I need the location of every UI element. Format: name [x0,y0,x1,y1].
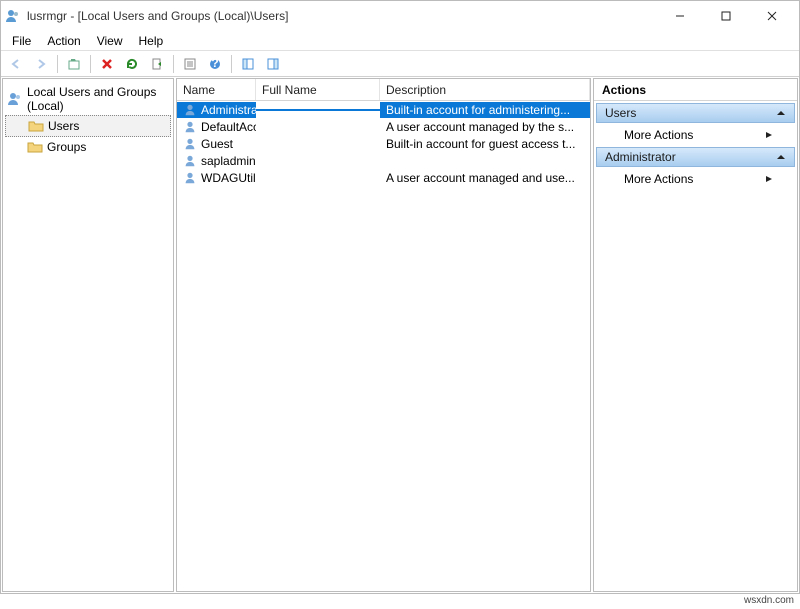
user-row[interactable]: sapladmin [177,152,590,169]
cell-name: sapladmin [177,153,256,169]
tree-node-groups[interactable]: Groups [5,137,171,157]
users-group-icon [7,91,23,107]
tree-root-node[interactable]: Local Users and Groups (Local) [5,83,171,115]
column-name[interactable]: Name [177,79,256,100]
chevron-right-icon [765,131,773,139]
tree-node-users[interactable]: Users [5,115,171,137]
menu-action[interactable]: Action [40,32,87,50]
toolbar: ? [1,51,799,77]
show-hide-tree-button[interactable] [237,53,259,75]
back-button[interactable] [5,53,27,75]
user-icon [183,171,197,185]
user-icon [183,154,197,168]
cell-name: Guest [177,136,256,152]
svg-text:?: ? [211,57,218,70]
collapse-icon [776,109,786,117]
app-window: lusrmgr - [Local Users and Groups (Local… [0,0,800,594]
cell-fullname [256,143,380,145]
export-button[interactable] [146,53,168,75]
toolbar-separator [231,55,232,73]
tree-node-label: Groups [47,140,86,154]
menubar: File Action View Help [1,31,799,51]
user-row[interactable]: Guest Built-in account for guest access t… [177,135,590,152]
help-button[interactable]: ? [204,53,226,75]
cell-fullname [256,109,380,111]
cell-name: Administrator [177,102,256,118]
toolbar-separator [90,55,91,73]
forward-button[interactable] [30,53,52,75]
action-sub-label: More Actions [624,172,693,186]
toolbar-separator [173,55,174,73]
toolbar-separator [57,55,58,73]
action-more[interactable]: More Actions [596,124,795,146]
column-description[interactable]: Description [380,79,590,100]
actions-title: Actions [594,79,797,101]
cell-description: Built-in account for administering... [380,102,590,118]
cell-name: WDAGUtility... [177,170,256,186]
menu-help[interactable]: Help [132,32,171,50]
action-section[interactable]: Administrator [596,147,795,167]
tree-root-label: Local Users and Groups (Local) [27,85,169,113]
cell-description: A user account managed and use... [380,170,590,186]
action-more[interactable]: More Actions [596,168,795,190]
action-sub-label: More Actions [624,128,693,142]
show-hide-actions-button[interactable] [262,53,284,75]
app-icon [5,8,21,24]
cell-fullname [256,126,380,128]
titlebar: lusrmgr - [Local Users and Groups (Local… [1,1,799,31]
cell-fullname [256,177,380,179]
action-section[interactable]: Users [596,103,795,123]
cell-description: Built-in account for guest access t... [380,136,590,152]
cell-description [380,160,590,162]
footer-watermark: wsxdn.com [0,594,800,607]
user-row[interactable]: WDAGUtility... A user account managed and… [177,169,590,186]
delete-button[interactable] [96,53,118,75]
actions-body: Users More Actions Administrator More Actio… [594,101,797,192]
properties-button[interactable] [179,53,201,75]
maximize-button[interactable] [703,1,749,31]
folder-icon [28,118,44,134]
user-row[interactable]: Administrator Built-in account for admini… [177,101,590,118]
action-section-label: Administrator [605,150,676,164]
action-section-label: Users [605,106,636,120]
cell-description: A user account managed by the s... [380,119,590,135]
chevron-right-icon [765,175,773,183]
column-fullname[interactable]: Full Name [256,79,380,100]
list-body: Administrator Built-in account for admini… [177,101,590,591]
actions-panel: Actions Users More Actions Administrator Mo… [593,78,798,592]
list-header: Name Full Name Description [177,79,590,101]
user-icon [183,120,197,134]
minimize-button[interactable] [657,1,703,31]
window-controls [657,1,795,31]
tree-node-label: Users [48,119,79,133]
refresh-button[interactable] [121,53,143,75]
user-icon [183,137,197,151]
tree-panel: Local Users and Groups (Local) Users Gro… [2,78,174,592]
collapse-icon [776,153,786,161]
cell-name: DefaultAcco... [177,119,256,135]
close-button[interactable] [749,1,795,31]
up-button[interactable] [63,53,85,75]
window-title: lusrmgr - [Local Users and Groups (Local… [27,9,657,23]
user-row[interactable]: DefaultAcco... A user account managed by … [177,118,590,135]
menu-view[interactable]: View [90,32,130,50]
content-area: Local Users and Groups (Local) Users Gro… [1,77,799,593]
folder-icon [27,139,43,155]
tree-body: Local Users and Groups (Local) Users Gro… [3,79,173,161]
user-icon [183,103,197,117]
menu-file[interactable]: File [5,32,38,50]
cell-fullname [256,160,380,162]
list-panel: Name Full Name Description Administrator… [176,78,591,592]
